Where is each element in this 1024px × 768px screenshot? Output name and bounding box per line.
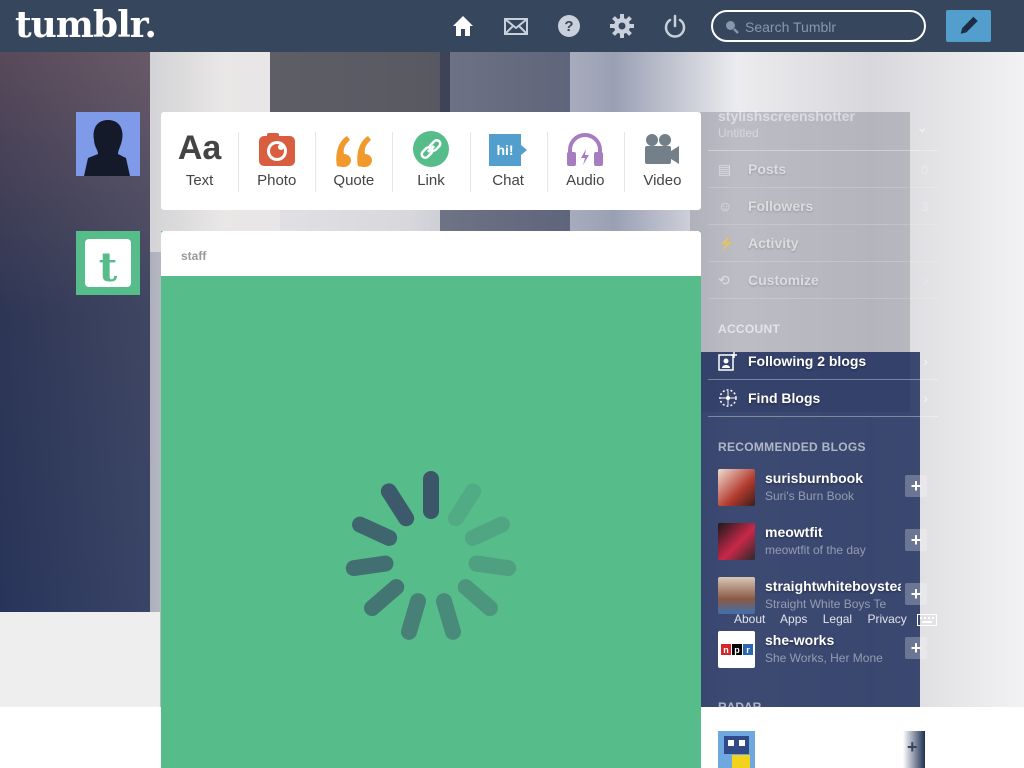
follow-button[interactable]: +: [905, 583, 927, 605]
post-type-audio[interactable]: Audio: [546, 112, 624, 210]
user-avatar[interactable]: [76, 112, 140, 176]
post-type-label: Photo: [257, 172, 297, 189]
sidebar-item-activity[interactable]: ⚡ Activity: [708, 225, 938, 262]
sidebar-item-find-blogs[interactable]: Find Blogs ›: [708, 380, 938, 417]
mail-icon[interactable]: [503, 13, 529, 39]
account-heading: ACCOUNT: [718, 322, 781, 336]
post-type-photo[interactable]: Photo: [238, 112, 315, 210]
pencil-icon: [960, 16, 978, 34]
followers-icon: ☺: [718, 198, 733, 214]
loading-spinner-icon: [323, 449, 539, 670]
sidebar-item-following[interactable]: Following 2 blogs ›: [708, 343, 938, 380]
svg-text:n: n: [723, 645, 729, 655]
post-type-text[interactable]: Aa Text: [161, 112, 238, 210]
follow-button[interactable]: +: [905, 475, 927, 497]
recommended-blog[interactable]: meowtfit meowtfit of the day +: [718, 523, 938, 565]
customize-icon: ⟲: [718, 272, 730, 288]
blog-title: Untitled: [718, 126, 759, 140]
quote-icon: [315, 112, 392, 172]
post-header: staff: [161, 231, 701, 276]
blog-avatar: [718, 577, 755, 614]
radar-avatar[interactable]: [718, 731, 755, 768]
power-icon[interactable]: [662, 13, 688, 39]
add-user-icon: [718, 351, 738, 376]
sidebar-item-followers[interactable]: ☺ Followers 3: [708, 188, 938, 225]
chevron-right-icon: ›: [923, 353, 928, 369]
blog-name: stylishscreenshotter: [718, 108, 855, 124]
post-type-label: Audio: [566, 172, 605, 189]
help-icon[interactable]: ?: [556, 13, 582, 39]
chevron-down-icon: ⌄: [916, 119, 928, 135]
post-type-label: Text: [185, 172, 214, 189]
keyboard-icon[interactable]: [917, 613, 937, 631]
post-type-link[interactable]: Link: [392, 112, 469, 210]
footer-links: About Apps Legal Privacy: [734, 612, 919, 626]
footer-link-legal[interactable]: Legal: [823, 612, 852, 626]
chat-icon: hi!: [470, 112, 547, 172]
link-icon: [392, 112, 469, 172]
svg-text:hi!: hi!: [497, 142, 514, 158]
post-type-label: Quote: [333, 172, 375, 189]
footer-link-about[interactable]: About: [734, 612, 765, 626]
blog-avatar: [718, 523, 755, 560]
footer-link-privacy[interactable]: Privacy: [867, 612, 906, 626]
search-input[interactable]: [745, 18, 915, 36]
post-card: staff: [161, 231, 701, 768]
svg-text:r: r: [746, 645, 750, 655]
follow-button[interactable]: +: [905, 637, 927, 659]
home-icon[interactable]: [450, 13, 476, 39]
blog-avatar: npr: [718, 631, 755, 668]
text-icon: Aa: [177, 129, 222, 167]
camera-icon: [238, 112, 315, 172]
sidebar-item-customize[interactable]: ⟲ Customize ›: [708, 262, 938, 299]
radar-follow-button[interactable]: +: [907, 737, 918, 758]
blog-avatar: [718, 469, 755, 506]
right-sidebar: stylishscreenshotter Untitled ⌄ ▤ Posts …: [701, 105, 1011, 714]
top-navbar: tumblr. ?: [0, 0, 1024, 52]
post-type-bar: Aa Text Photo Quote Link hi! Chat Audio: [161, 112, 701, 210]
search-icon: [725, 20, 739, 39]
post-type-quote[interactable]: Quote: [315, 112, 392, 210]
video-camera-icon: [624, 112, 701, 172]
post-type-label: Video: [643, 172, 682, 189]
post-type-label: Chat: [492, 172, 524, 189]
activity-icon: ⚡: [718, 235, 736, 251]
svg-text:?: ?: [564, 18, 573, 35]
svg-text:t: t: [99, 244, 118, 291]
post-type-video[interactable]: Video: [623, 112, 701, 210]
blog-switcher[interactable]: stylishscreenshotter Untitled ⌄: [708, 105, 938, 151]
search-box[interactable]: [711, 10, 926, 42]
sidebar-item-posts[interactable]: ▤ Posts 0: [708, 151, 938, 188]
radar-heading: RADAR: [718, 700, 762, 714]
posts-icon: ▤: [718, 161, 732, 177]
recommended-heading: RECOMMENDED BLOGS: [718, 440, 866, 454]
compose-button[interactable]: [946, 10, 991, 42]
gear-icon[interactable]: [609, 13, 635, 39]
compass-icon: [718, 388, 738, 413]
recommended-blog[interactable]: surisburnbook Suri's Burn Book +: [718, 469, 938, 511]
post-type-label: Link: [417, 172, 445, 189]
recommended-blog[interactable]: npr she-works She Works, Her Mone +: [718, 631, 938, 673]
svg-text:p: p: [734, 645, 740, 655]
post-type-chat[interactable]: hi! Chat: [469, 112, 547, 210]
headphones-icon: [547, 112, 624, 172]
footer-link-apps[interactable]: Apps: [780, 612, 807, 626]
tumblr-logo[interactable]: tumblr.: [15, 4, 157, 46]
chevron-right-icon: ›: [923, 390, 928, 406]
staff-avatar[interactable]: t: [76, 231, 140, 295]
chevron-right-icon: ›: [923, 272, 928, 288]
follow-button[interactable]: +: [905, 529, 927, 551]
post-author[interactable]: staff: [181, 249, 206, 263]
